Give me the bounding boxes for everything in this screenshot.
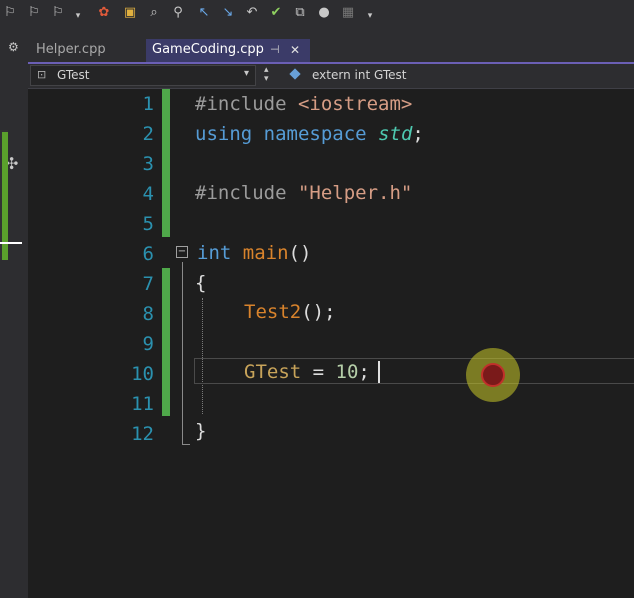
line-number: 8 bbox=[142, 303, 154, 325]
dropdown-icon[interactable]: ▾ bbox=[70, 8, 86, 24]
line-number: 6 bbox=[142, 243, 154, 265]
fold-guide bbox=[182, 262, 183, 444]
code-line-1: #include <iostream> bbox=[195, 93, 413, 115]
code-line-6: int main() bbox=[197, 242, 312, 264]
tab-bar: ⚙ Helper.cpp GameCoding.cpp ⊣ ✕ bbox=[0, 34, 634, 64]
code-editor[interactable]: 1 2 3 4 5 6 7 8 9 10 11 12 bbox=[28, 89, 634, 598]
line-number: 7 bbox=[142, 273, 154, 295]
line-number: 3 bbox=[142, 153, 154, 175]
folder-icon[interactable]: ▣ bbox=[122, 5, 138, 21]
toolbar: ⚐ ⚐ ⚐ ▾ ✿ ▣ ⌕ ⚲ ↖ ↘ ↶ ✔ ⧉ ● ▦ ▾ bbox=[0, 0, 634, 34]
text-caret bbox=[378, 361, 380, 383]
code-line-7: { bbox=[195, 272, 207, 294]
indent-guide bbox=[202, 298, 203, 414]
tab-gamecoding-cpp[interactable]: GameCoding.cpp ⊣ ✕ bbox=[146, 39, 310, 62]
line-number: 4 bbox=[142, 183, 154, 205]
format-icon[interactable]: ▦ bbox=[340, 5, 356, 21]
code-line-12: } bbox=[195, 420, 207, 442]
dropdown-icon[interactable]: ▾ bbox=[362, 8, 378, 24]
code-line-10: GTest = 10; bbox=[244, 361, 370, 383]
bookmark-prev-icon[interactable]: ⚐ bbox=[26, 5, 42, 21]
chevron-down-icon[interactable]: ▾ bbox=[244, 68, 249, 79]
variable-icon bbox=[289, 68, 301, 80]
line-number: 11 bbox=[131, 393, 154, 415]
change-bar bbox=[162, 89, 170, 237]
search-icon[interactable]: ⚲ bbox=[170, 5, 186, 21]
nav-forward-icon[interactable]: ↘ bbox=[220, 5, 236, 21]
gear-icon[interactable]: ⚙ bbox=[8, 40, 19, 54]
code-line-4: #include "Helper.h" bbox=[195, 182, 413, 204]
scroll-position-marker bbox=[0, 242, 22, 244]
fold-guide-end bbox=[182, 444, 190, 445]
close-icon[interactable]: ✕ bbox=[290, 39, 300, 61]
code-line-2: using namespace std; bbox=[195, 123, 424, 145]
collapse-icon[interactable]: − bbox=[176, 246, 188, 258]
cursor-dot bbox=[481, 363, 505, 387]
undo-icon[interactable]: ↶ bbox=[244, 5, 260, 21]
scope-dropdown[interactable]: ⊡ GTest ▾ bbox=[30, 65, 256, 86]
bookmark-icon[interactable]: ⚐ bbox=[2, 5, 18, 21]
line-number: 12 bbox=[131, 423, 154, 445]
line-number: 1 bbox=[142, 93, 154, 115]
split-spinner[interactable]: ▴ ▾ bbox=[264, 66, 269, 84]
spellcheck-icon[interactable]: ✔ bbox=[268, 5, 284, 21]
line-number: 10 bbox=[131, 363, 154, 385]
line-number: 5 bbox=[142, 213, 154, 235]
pin-icon[interactable]: ⊣ bbox=[270, 39, 280, 61]
project-icon: ⊡ bbox=[37, 68, 47, 81]
code-line-8: Test2(); bbox=[244, 301, 336, 323]
line-number: 2 bbox=[142, 123, 154, 145]
copy-icon[interactable]: ⧉ bbox=[292, 5, 308, 21]
change-bar bbox=[162, 268, 170, 416]
change-marker bbox=[2, 132, 8, 260]
bookmark-next-icon[interactable]: ⚐ bbox=[50, 5, 66, 21]
toggle-icon[interactable]: ● bbox=[316, 5, 332, 21]
line-number: 9 bbox=[142, 333, 154, 355]
nav-back-icon[interactable]: ↖ bbox=[196, 5, 212, 21]
mouse-cursor-highlight bbox=[466, 348, 520, 402]
navigation-bar: ⊡ GTest ▾ ▴ ▾ extern int GTest bbox=[28, 64, 634, 89]
scope-label: GTest bbox=[57, 68, 90, 82]
find-icon[interactable]: ⌕ bbox=[146, 5, 162, 21]
tab-label: GameCoding.cpp bbox=[152, 42, 264, 57]
tab-helper-cpp[interactable]: Helper.cpp bbox=[36, 39, 106, 62]
member-label: extern int GTest bbox=[312, 68, 407, 82]
member-dropdown[interactable]: extern int GTest bbox=[284, 65, 634, 86]
build-icon[interactable]: ✿ bbox=[96, 5, 112, 21]
